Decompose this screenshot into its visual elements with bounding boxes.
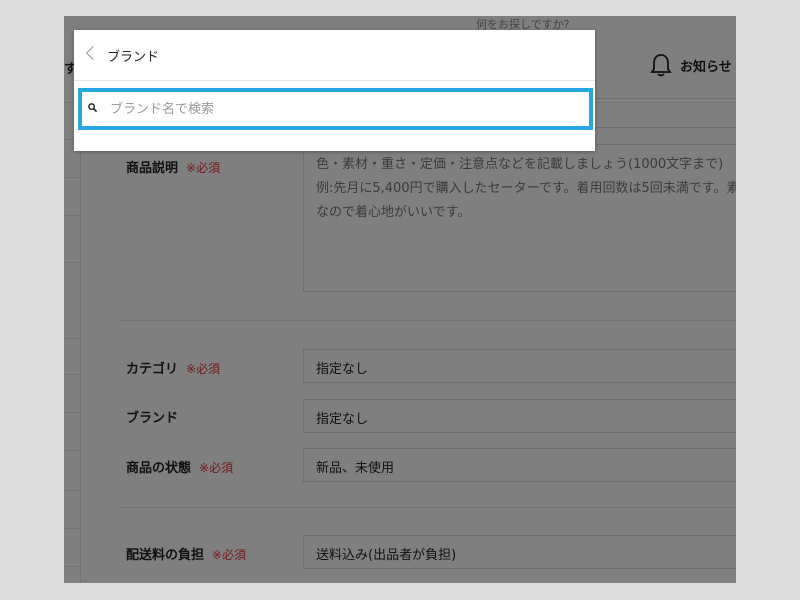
brand-search-box[interactable] xyxy=(78,88,593,130)
brand-search-input[interactable] xyxy=(106,92,584,126)
search-icon xyxy=(88,103,97,112)
chevron-left-icon[interactable] xyxy=(85,45,101,61)
modal-header: ブランド xyxy=(74,30,595,81)
brand-search-modal: ブランド xyxy=(74,30,595,151)
modal-title: ブランド xyxy=(107,50,160,65)
